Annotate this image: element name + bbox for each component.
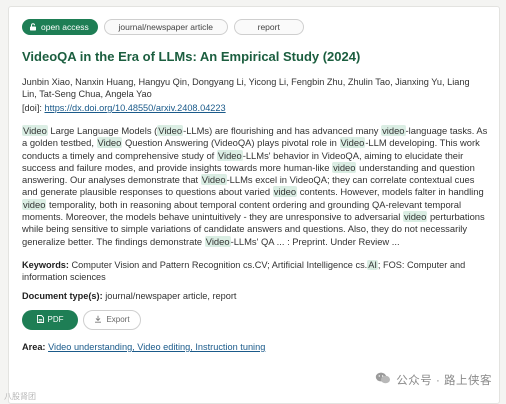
tag-row: open access journal/newspaper article re… [22, 19, 486, 35]
export-button[interactable]: Export [83, 309, 141, 330]
abstract-segment: Question Answering (VideoQA) plays pivot… [122, 137, 340, 149]
download-icon [94, 315, 102, 325]
journal-article-tag[interactable]: journal/newspaper article [103, 19, 228, 35]
abstract-segment: -LLMs) are flourishing and has advanced … [183, 125, 382, 136]
keywords-text-before: Computer Vision and Pattern Recognition … [68, 259, 368, 270]
abstract-highlight: Video [204, 235, 231, 247]
abstract-highlight: video [381, 125, 406, 136]
open-access-label: open access [41, 21, 89, 32]
action-buttons: PDF Export [22, 309, 486, 330]
doi-line: [doi]: https://dx.doi.org/10.48550/arxiv… [22, 103, 486, 113]
abstract-highlight: video [402, 211, 428, 223]
watermark-small: 八股肾团 [4, 392, 36, 401]
pdf-button[interactable]: PDF [22, 309, 78, 330]
abstract-segment: Large Language Models ( [47, 125, 158, 136]
abstract-highlight: video [272, 186, 298, 198]
abstract-highlight: video [22, 198, 47, 210]
abstract-highlight: Video [157, 125, 184, 136]
keywords-highlight: AI [367, 259, 378, 270]
abstract-highlight: video [332, 161, 357, 173]
area-links[interactable]: Video understanding, Video editing, Inst… [48, 342, 265, 352]
open-access-tag[interactable]: open access [22, 19, 98, 35]
abstract-segment: -LLMs' QA ... : Preprint. Under Review .… [230, 235, 400, 247]
abstract-segment: contents. However, models falter in hand… [297, 186, 484, 198]
keywords-line: Keywords: Computer Vision and Pattern Re… [22, 259, 486, 283]
abstract-highlight: Video [96, 137, 123, 149]
author-list: Junbin Xiao, Nanxin Huang, Hangyu Qin, D… [22, 77, 470, 99]
abstract-segment: temporality, both in reasoning about tem… [22, 198, 462, 223]
unlock-icon [29, 23, 37, 31]
doi-link[interactable]: https://dx.doi.org/10.48550/arxiv.2408.0… [44, 103, 225, 113]
watermark: 公众号 · 路上侠客 [375, 371, 492, 388]
area-label: Area: [22, 341, 46, 352]
abstract-highlight: Video [216, 149, 243, 161]
wechat-icon [375, 371, 391, 388]
area-line: Area: Video understanding, Video editing… [22, 342, 486, 352]
abstract-highlight: Video [22, 125, 48, 136]
doi-label: [doi]: [22, 103, 42, 113]
keywords-label: Keywords: [22, 259, 69, 270]
pdf-button-label: PDF [47, 315, 64, 325]
export-button-label: Export [106, 315, 130, 325]
result-card: open access journal/newspaper article re… [8, 6, 500, 404]
document-types-line: Document type(s): journal/newspaper arti… [22, 291, 486, 301]
abstract-highlight: Video [200, 174, 227, 186]
abstract-highlight: Video [339, 137, 366, 149]
document-types-label: Document type(s): [22, 290, 103, 301]
document-types-value: journal/newspaper article, report [102, 290, 237, 301]
pdf-file-icon [36, 315, 44, 325]
watermark-text: 公众号 · 路上侠客 [396, 374, 492, 387]
abstract-text: Video Large Language Models (Video-LLMs)… [22, 125, 490, 248]
report-tag[interactable]: report [233, 19, 304, 35]
paper-title[interactable]: VideoQA in the Era of LLMs: An Empirical… [22, 49, 486, 65]
